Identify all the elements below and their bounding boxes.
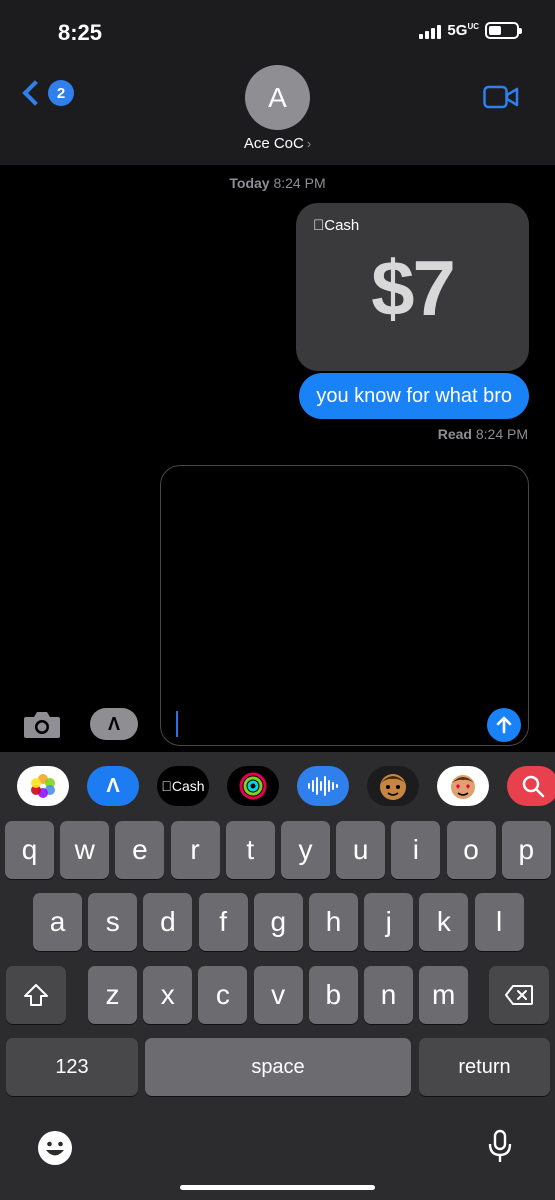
emoji-icon[interactable] xyxy=(37,1130,73,1166)
key-m[interactable]: m xyxy=(419,966,469,1024)
back-chevron-icon xyxy=(22,80,48,106)
key-b[interactable]: b xyxy=(308,966,358,1024)
memoji-app-icon[interactable] xyxy=(367,766,419,806)
home-indicator xyxy=(180,1185,375,1190)
microphone-icon[interactable] xyxy=(482,1128,518,1164)
key-l[interactable]: l xyxy=(474,893,524,951)
contact-avatar[interactable]: A xyxy=(245,65,310,130)
status-indicators: 5GUC xyxy=(419,22,522,39)
delete-key[interactable] xyxy=(489,966,549,1024)
key-p[interactable]: p xyxy=(501,821,551,879)
video-camera-icon[interactable] xyxy=(483,84,519,110)
shift-icon xyxy=(24,984,48,1006)
cash-amount: $7 xyxy=(371,244,456,332)
key-o[interactable]: o xyxy=(446,821,496,879)
activity-app-icon[interactable] xyxy=(227,766,279,806)
key-j[interactable]: j xyxy=(364,893,414,951)
key-k[interactable]: k xyxy=(419,893,469,951)
space-key[interactable]: space xyxy=(145,1038,411,1096)
return-key[interactable]: return xyxy=(419,1038,550,1096)
sent-message-bubble[interactable]: you know for what bro xyxy=(299,373,529,419)
send-button[interactable] xyxy=(487,708,521,742)
numbers-key[interactable]: 123 xyxy=(6,1038,138,1096)
key-g[interactable]: g xyxy=(253,893,303,951)
app-store-icon[interactable]: Λ xyxy=(90,708,138,740)
back-button[interactable]: 2 xyxy=(18,80,74,106)
text-cursor xyxy=(176,711,178,737)
key-u[interactable]: u xyxy=(336,821,386,879)
apple-cash-logo: Cash xyxy=(313,217,359,234)
photos-app-icon[interactable] xyxy=(17,766,69,806)
contact-name[interactable]: Ace CoC › xyxy=(0,135,555,152)
key-e[interactable]: e xyxy=(115,821,165,879)
key-z[interactable]: z xyxy=(88,966,137,1024)
images-search-app-icon[interactable] xyxy=(507,766,555,806)
delete-icon xyxy=(505,985,533,1005)
audio-message-app-icon[interactable] xyxy=(297,766,349,806)
apple-cash-payment-bubble[interactable]: Cash $7 xyxy=(296,203,529,371)
message-timestamp: Today 8:24 PM xyxy=(229,175,326,191)
key-c[interactable]: c xyxy=(198,966,248,1024)
apple-logo-icon:  xyxy=(313,217,324,234)
shift-key[interactable] xyxy=(6,966,66,1024)
key-r[interactable]: r xyxy=(170,821,220,879)
key-h[interactable]: h xyxy=(309,893,358,951)
network-type: 5GUC xyxy=(447,22,479,39)
key-v[interactable]: v xyxy=(253,966,303,1024)
key-x[interactable]: x xyxy=(143,966,193,1024)
read-receipt: Read 8:24 PM xyxy=(437,426,528,442)
key-a[interactable]: a xyxy=(33,893,82,951)
conversation-header: 8:25 5GUC 2 A Ace CoC › xyxy=(0,0,555,165)
key-d[interactable]: d xyxy=(143,893,193,951)
key-q[interactable]: q xyxy=(5,821,54,879)
key-w[interactable]: w xyxy=(60,821,110,879)
apple-cash-app-icon[interactable]: Cash xyxy=(157,766,209,806)
app-store-app-icon[interactable]: Λ xyxy=(87,766,139,806)
key-n[interactable]: n xyxy=(364,966,413,1024)
signal-icon xyxy=(419,23,442,39)
battery-icon xyxy=(485,22,522,39)
send-arrow-icon xyxy=(496,716,512,734)
key-y[interactable]: y xyxy=(281,821,330,879)
unread-count-badge: 2 xyxy=(48,80,74,106)
key-s[interactable]: s xyxy=(88,893,138,951)
message-input[interactable] xyxy=(160,465,529,746)
key-t[interactable]: t xyxy=(225,821,275,879)
memoji-stickers-app-icon[interactable] xyxy=(437,766,489,806)
key-i[interactable]: i xyxy=(391,821,441,879)
key-f[interactable]: f xyxy=(198,893,248,951)
camera-icon[interactable] xyxy=(22,708,62,740)
status-time: 8:25 xyxy=(58,20,103,45)
imessage-app-drawer: Λ Cash xyxy=(0,766,555,806)
